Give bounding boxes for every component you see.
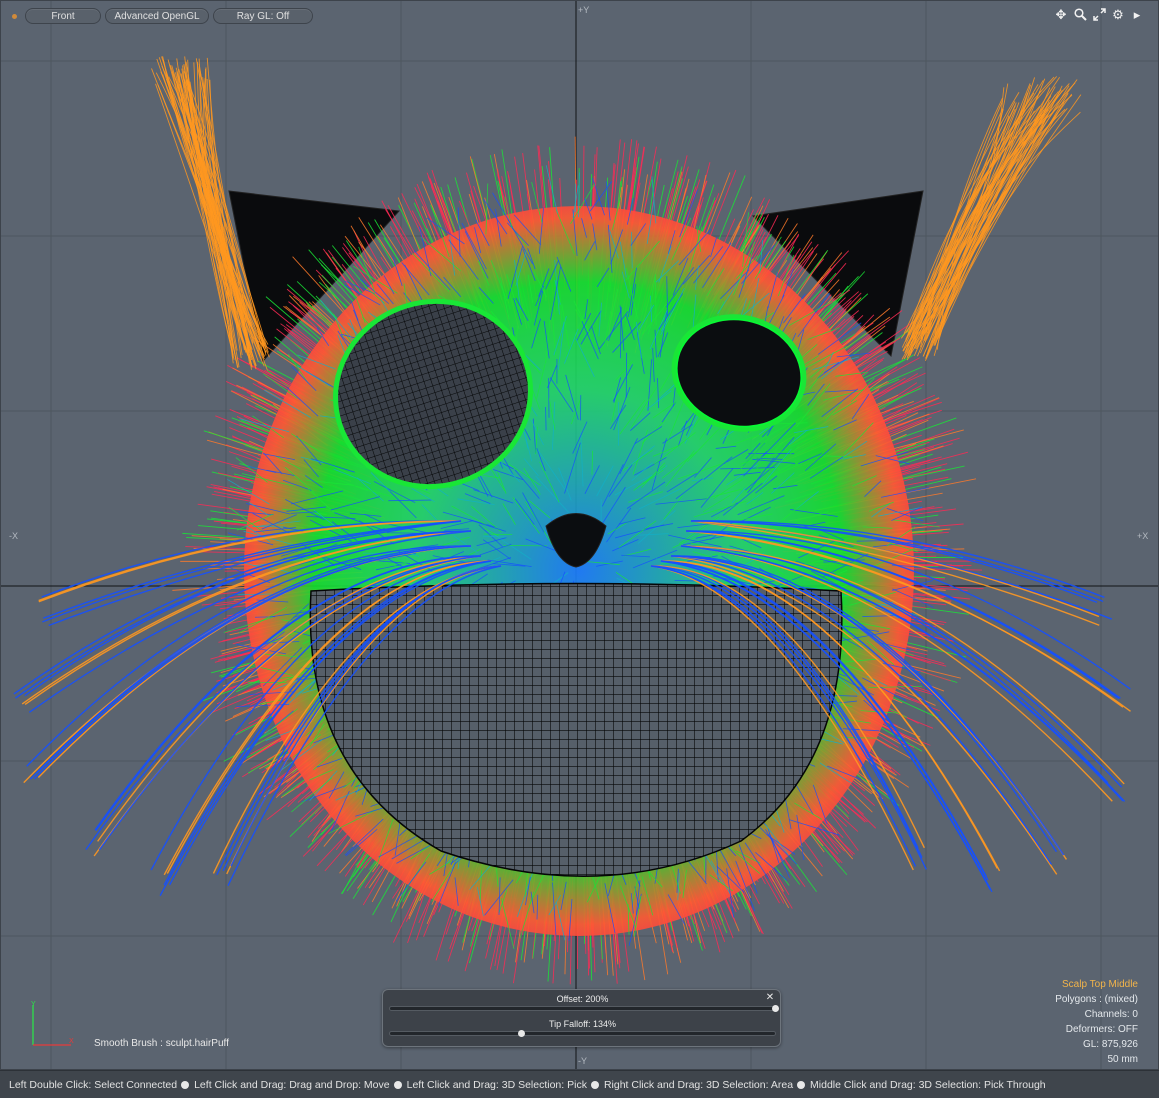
status-hint-4: Middle Click and Drag: 3D Selection: Pic… bbox=[810, 1078, 1046, 1091]
viewport-toolbar: Front Advanced OpenGL Ray GL: Off bbox=[7, 7, 313, 25]
offset-slider[interactable] bbox=[389, 1005, 779, 1012]
view-type-button[interactable]: Front bbox=[25, 8, 101, 24]
grid-scale-info: 50 mm bbox=[1107, 1054, 1138, 1065]
render-style-button[interactable]: Advanced OpenGL bbox=[105, 8, 209, 24]
status-bar: Left Double Click: Select Connected Left … bbox=[0, 1070, 1159, 1098]
status-hint-2: Left Click and Drag: 3D Selection: Pick bbox=[406, 1078, 587, 1091]
axis-gizmo-icon: Y X bbox=[31, 1001, 74, 1046]
svg-text:X: X bbox=[69, 1038, 74, 1045]
status-hint-0: Left Double Click: Select Connected bbox=[9, 1078, 178, 1091]
active-tool-label: Smooth Brush : sculpt.hairPuff bbox=[94, 1038, 229, 1049]
channels-info: Channels: 0 bbox=[1084, 1009, 1138, 1020]
selected-item-name: Scalp Top Middle bbox=[1062, 979, 1138, 990]
status-hint-1: Left Click and Drag: Drag and Drop: Move bbox=[194, 1078, 390, 1091]
tool-properties-popup: ✕ Offset: 200% Tip Falloff: 134% bbox=[382, 989, 781, 1047]
cat-hair-model bbox=[13, 56, 1131, 985]
tip-falloff-slider-handle[interactable] bbox=[517, 1030, 525, 1037]
arrow-right-icon[interactable]: ▸ bbox=[1130, 7, 1144, 21]
maximize-icon[interactable] bbox=[1092, 7, 1106, 21]
offset-control: Offset: 200% bbox=[387, 993, 779, 1012]
offset-slider-handle[interactable] bbox=[772, 1005, 779, 1012]
zoom-icon[interactable] bbox=[1073, 7, 1087, 21]
viewport-menu-icon[interactable] bbox=[7, 9, 21, 23]
deformers-info: Deformers: OFF bbox=[1065, 1024, 1138, 1035]
polygons-info: Polygons : (mixed) bbox=[1055, 994, 1138, 1005]
status-hint-3: Right Click and Drag: 3D Selection: Area bbox=[603, 1078, 794, 1091]
separator-dot-icon bbox=[393, 1080, 402, 1089]
tip-falloff-label: Tip Falloff: 134% bbox=[548, 1019, 617, 1029]
axis-label-left: -X bbox=[9, 531, 18, 541]
gl-info: GL: 875,926 bbox=[1082, 1039, 1138, 1050]
axis-label-top: +Y bbox=[578, 5, 590, 15]
axis-label-right: +X bbox=[1137, 531, 1149, 541]
offset-label: Offset: 200% bbox=[556, 994, 609, 1004]
separator-dot-icon bbox=[181, 1080, 190, 1089]
svg-text:Y: Y bbox=[31, 1001, 36, 1008]
tip-falloff-control: Tip Falloff: 134% bbox=[387, 1018, 778, 1037]
3d-viewport[interactable]: Front Advanced OpenGL Ray GL: Off ✥ ⚙ ▸ … bbox=[0, 0, 1159, 1070]
axis-label-bottom: -Y bbox=[578, 1056, 587, 1066]
raygl-button[interactable]: Ray GL: Off bbox=[213, 8, 313, 24]
gear-icon[interactable]: ⚙ bbox=[1111, 7, 1125, 21]
separator-dot-icon bbox=[590, 1080, 599, 1089]
separator-dot-icon bbox=[797, 1080, 806, 1089]
move-view-icon[interactable]: ✥ bbox=[1054, 7, 1068, 21]
viewport-nav-icons: ✥ ⚙ ▸ bbox=[1054, 7, 1144, 21]
viewport-scene[interactable] bbox=[1, 1, 1159, 1070]
viewport-info: Scalp Top Middle Polygons : (mixed) Chan… bbox=[1055, 977, 1138, 1067]
tip-falloff-slider[interactable] bbox=[389, 1030, 776, 1037]
